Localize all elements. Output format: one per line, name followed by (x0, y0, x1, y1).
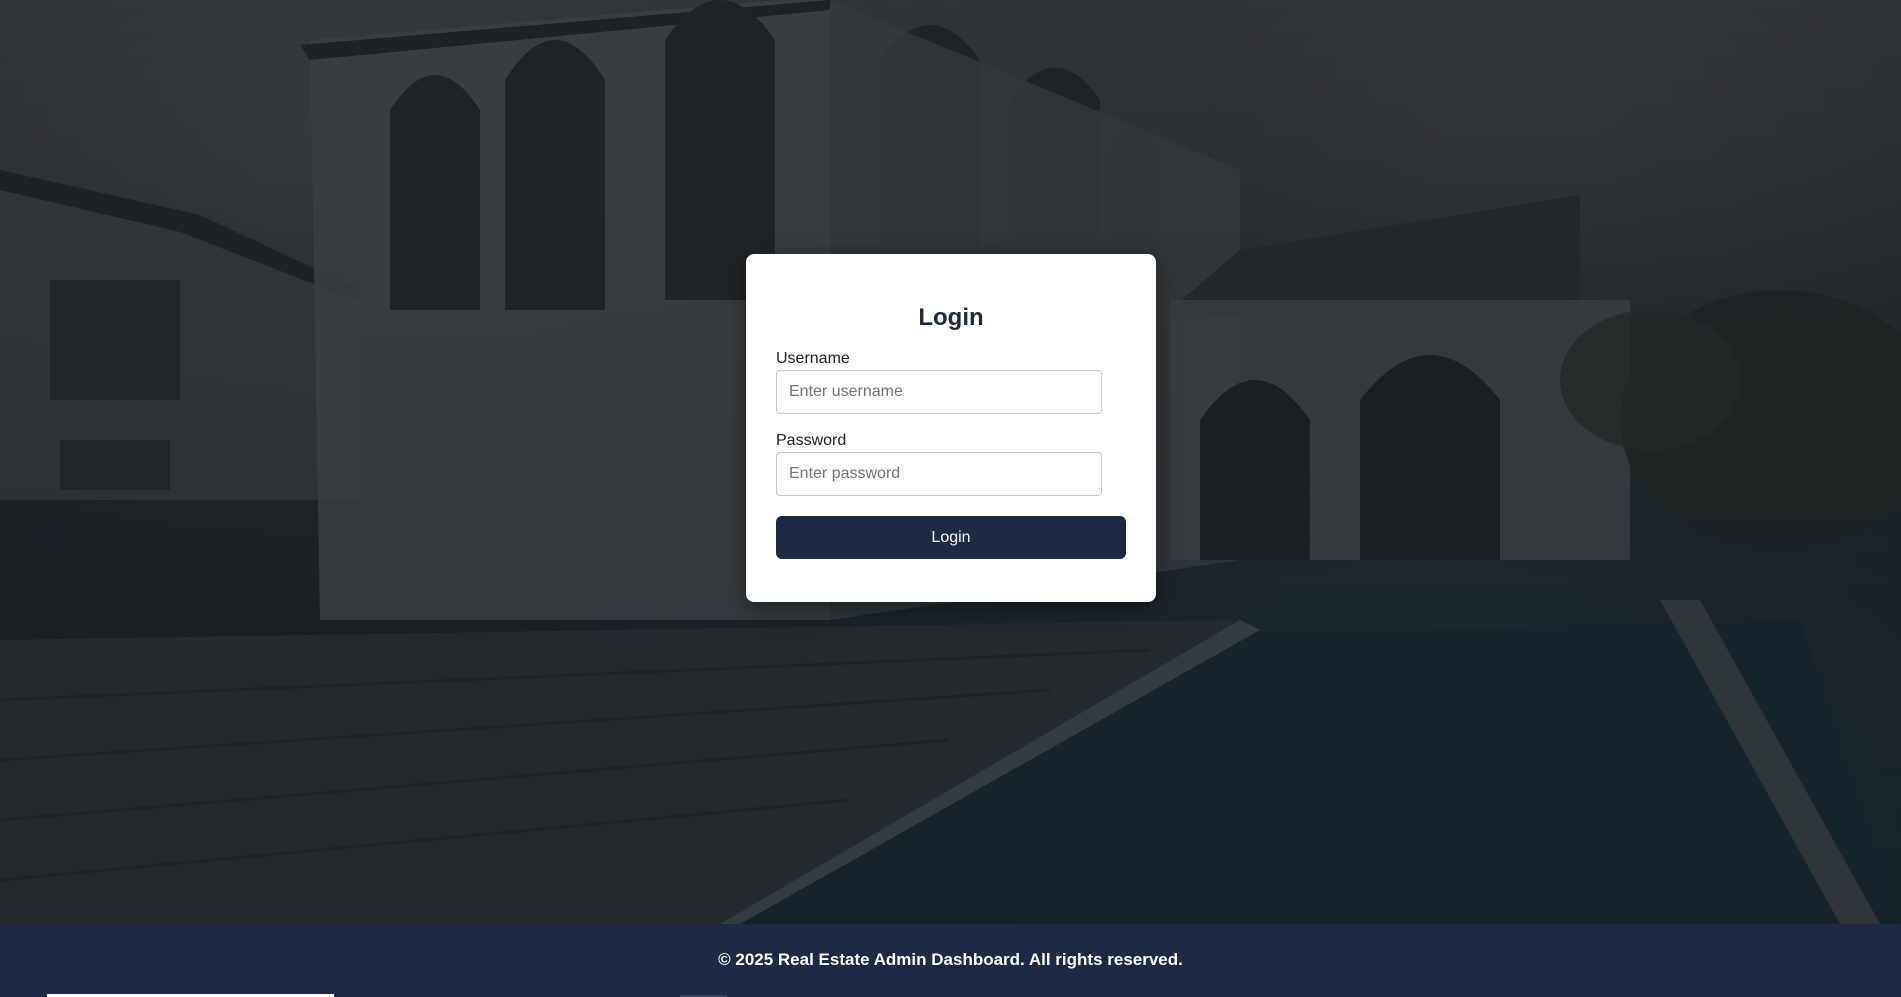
username-input[interactable] (776, 370, 1102, 414)
footer-copyright: © 2025 Real Estate Admin Dashboard. All … (718, 950, 1183, 969)
login-page: Login Username Password Login © 2025 Rea… (0, 0, 1901, 997)
login-card: Login Username Password Login (746, 254, 1156, 602)
username-label: Username (776, 350, 850, 367)
password-input[interactable] (776, 452, 1102, 496)
login-button[interactable]: Login (776, 516, 1126, 559)
footer: © 2025 Real Estate Admin Dashboard. All … (0, 924, 1901, 997)
login-title: Login (918, 304, 984, 331)
password-label: Password (776, 432, 847, 449)
